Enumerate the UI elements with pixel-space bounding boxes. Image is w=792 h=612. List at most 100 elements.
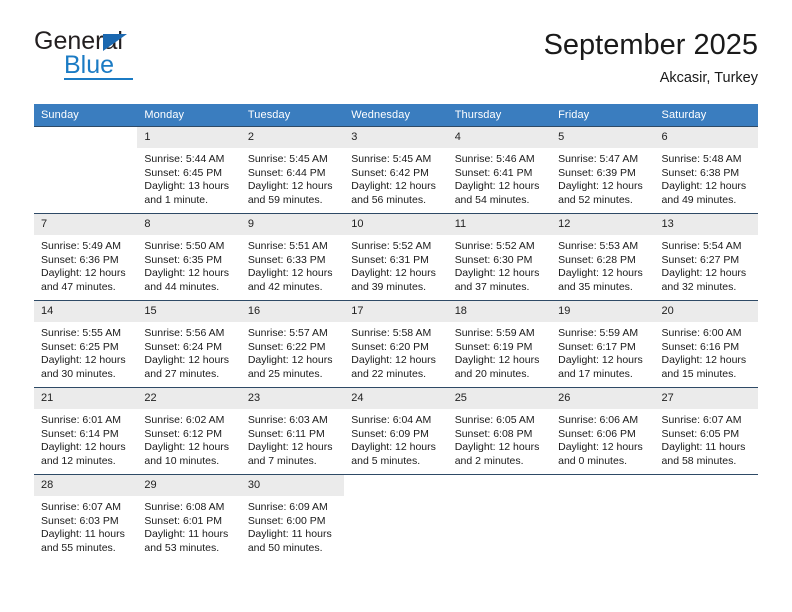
calendar-cell-day[interactable]: 28 Sunrise: 6:07 AM Sunset: 6:03 PM Dayligh… <box>34 474 138 559</box>
day-info: Sunrise: 6:06 AM Sunset: 6:06 PM Daylight:… <box>551 409 654 468</box>
sunrise-text: Sunrise: 5:51 AM <box>247 240 328 252</box>
day-number: 24 <box>344 388 448 409</box>
calendar-cell-empty <box>344 474 448 559</box>
sunrise-text: Sunrise: 5:58 AM <box>351 327 432 339</box>
sunrise-text: Sunrise: 6:04 AM <box>351 414 432 426</box>
sunrise-text: Sunrise: 5:54 AM <box>661 240 742 252</box>
day-info: Sunrise: 6:09 AM Sunset: 6:00 PM Daylight:… <box>241 496 344 555</box>
daylight-text: Daylight: 12 hours and 10 minutes. <box>144 441 230 467</box>
calendar-cell-day[interactable]: 21 Sunrise: 6:01 AM Sunset: 6:14 PM Dayligh… <box>34 387 138 475</box>
sunset-text: Sunset: 6:03 PM <box>41 514 119 527</box>
calendar-cell-day[interactable]: 15 Sunrise: 5:56 AM Sunset: 6:24 PM Dayligh… <box>137 300 241 388</box>
calendar-cell-inner: 20 Sunrise: 6:00 AM Sunset: 6:16 PM Dayligh… <box>654 301 758 387</box>
sunset-text: Sunset: 6:41 PM <box>454 166 533 179</box>
calendar-cell-day[interactable]: 29 Sunrise: 6:08 AM Sunset: 6:01 PM Dayligh… <box>137 474 241 559</box>
calendar-cell-day[interactable]: 17 Sunrise: 5:58 AM Sunset: 6:20 PM Dayligh… <box>344 300 448 388</box>
calendar-cell-day[interactable]: 2 Sunrise: 5:45 AM Sunset: 6:44 PM Daylight… <box>240 126 345 214</box>
calendar-week-row: 7 Sunrise: 5:49 AM Sunset: 6:36 PM Daylight… <box>34 213 758 301</box>
calendar-cell-inner: 4 Sunrise: 5:46 AM Sunset: 6:41 PM Daylight… <box>447 127 552 213</box>
calendar-cell-day[interactable]: 9 Sunrise: 5:51 AM Sunset: 6:33 PM Daylight… <box>240 213 345 301</box>
calendar-cell-day[interactable]: 5 Sunrise: 5:47 AM Sunset: 6:39 PM Daylight… <box>551 126 655 214</box>
daylight-text: Daylight: 13 hours and 1 minute. <box>144 180 230 206</box>
calendar-cell-inner: 22 Sunrise: 6:02 AM Sunset: 6:12 PM Dayligh… <box>137 388 241 474</box>
calendar-cell-day[interactable]: 4 Sunrise: 5:46 AM Sunset: 6:41 PM Daylight… <box>447 126 552 214</box>
calendar-cell-day[interactable]: 12 Sunrise: 5:53 AM Sunset: 6:28 PM Dayligh… <box>551 213 655 301</box>
day-number <box>551 475 654 496</box>
calendar-cell-day[interactable]: 8 Sunrise: 5:50 AM Sunset: 6:35 PM Daylight… <box>137 213 241 301</box>
sunset-text: Sunset: 6:09 PM <box>351 427 429 440</box>
day-number: 27 <box>654 388 758 409</box>
sunset-text: Sunset: 6:39 PM <box>558 166 636 179</box>
calendar-cell-day[interactable]: 3 Sunrise: 5:45 AM Sunset: 6:42 PM Daylight… <box>344 126 448 214</box>
daylight-text: Daylight: 12 hours and 56 minutes. <box>351 180 436 206</box>
sunset-text: Sunset: 6:14 PM <box>41 427 119 440</box>
sunset-text: Sunset: 6:05 PM <box>661 427 740 440</box>
day-number: 11 <box>447 214 552 235</box>
sunrise-text: Sunrise: 6:07 AM <box>661 414 742 426</box>
sunset-text: Sunset: 6:20 PM <box>351 340 429 353</box>
calendar-cell-day[interactable]: 30 Sunrise: 6:09 AM Sunset: 6:00 PM Dayligh… <box>240 474 345 559</box>
day-info: Sunrise: 5:57 AM Sunset: 6:22 PM Daylight:… <box>241 322 344 381</box>
page-title: September 2025 <box>543 29 758 61</box>
calendar-cell-inner: 12 Sunrise: 5:53 AM Sunset: 6:28 PM Dayligh… <box>551 214 655 300</box>
sunset-text: Sunset: 6:44 PM <box>247 166 326 179</box>
sunrise-text: Sunrise: 5:50 AM <box>144 240 225 252</box>
calendar-cell-day[interactable]: 10 Sunrise: 5:52 AM Sunset: 6:31 PM Dayligh… <box>344 213 448 301</box>
daylight-text: Daylight: 12 hours and 0 minutes. <box>558 441 643 467</box>
day-number: 7 <box>34 214 138 235</box>
day-number: 19 <box>551 301 655 322</box>
sunset-text: Sunset: 6:28 PM <box>558 253 636 266</box>
calendar-cell-day[interactable]: 7 Sunrise: 5:49 AM Sunset: 6:36 PM Daylight… <box>34 213 138 301</box>
calendar-cell-day[interactable]: 22 Sunrise: 6:02 AM Sunset: 6:12 PM Dayligh… <box>137 387 241 475</box>
title-block: September 2025 Akcasir, Turkey <box>544 28 758 87</box>
calendar-cell-day[interactable]: 1 Sunrise: 5:44 AM Sunset: 6:45 PM Daylight… <box>137 126 241 214</box>
weekday-header-monday: Monday <box>137 104 241 127</box>
calendar-cell-day[interactable]: 20 Sunrise: 6:00 AM Sunset: 6:16 PM Dayligh… <box>654 300 758 388</box>
calendar-cell-day[interactable]: 18 Sunrise: 5:59 AM Sunset: 6:19 PM Dayligh… <box>447 300 552 388</box>
daylight-text: Daylight: 12 hours and 27 minutes. <box>144 354 230 380</box>
sunrise-text: Sunrise: 5:45 AM <box>247 153 328 165</box>
day-number: 2 <box>240 127 345 148</box>
day-info: Sunrise: 5:45 AM Sunset: 6:42 PM Daylight:… <box>344 148 447 207</box>
daylight-text: Daylight: 12 hours and 5 minutes. <box>351 441 436 467</box>
daylight-text: Daylight: 12 hours and 30 minutes. <box>41 354 126 380</box>
calendar-cell-inner <box>344 475 447 559</box>
calendar-week-row: 28 Sunrise: 6:07 AM Sunset: 6:03 PM Dayligh… <box>34 474 758 559</box>
calendar-cell-day[interactable]: 26 Sunrise: 6:06 AM Sunset: 6:06 PM Dayligh… <box>551 387 655 475</box>
calendar-cell-day[interactable]: 16 Sunrise: 5:57 AM Sunset: 6:22 PM Dayligh… <box>240 300 345 388</box>
calendar-cell-day[interactable]: 13 Sunrise: 5:54 AM Sunset: 6:27 PM Dayligh… <box>654 213 758 301</box>
day-info: Sunrise: 5:46 AM Sunset: 6:41 PM Daylight:… <box>448 148 551 207</box>
weekday-header-tuesday: Tuesday <box>240 104 345 127</box>
calendar-cell-day[interactable]: 25 Sunrise: 6:05 AM Sunset: 6:08 PM Dayligh… <box>447 387 552 475</box>
day-info: Sunrise: 5:44 AM Sunset: 6:45 PM Daylight:… <box>137 148 240 207</box>
calendar-cell-day[interactable]: 27 Sunrise: 6:07 AM Sunset: 6:05 PM Dayligh… <box>654 387 758 475</box>
day-number: 23 <box>240 388 345 409</box>
sunset-text: Sunset: 6:24 PM <box>144 340 223 353</box>
sunset-text: Sunset: 6:00 PM <box>247 514 326 527</box>
calendar-cell-inner: 9 Sunrise: 5:51 AM Sunset: 6:33 PM Daylight… <box>240 214 345 300</box>
daylight-text: Daylight: 11 hours and 50 minutes. <box>247 528 332 554</box>
calendar-cell-day[interactable]: 11 Sunrise: 5:52 AM Sunset: 6:30 PM Dayligh… <box>447 213 552 301</box>
calendar-cell-day[interactable]: 24 Sunrise: 6:04 AM Sunset: 6:09 PM Dayligh… <box>344 387 448 475</box>
calendar-cell-inner: 25 Sunrise: 6:05 AM Sunset: 6:08 PM Dayligh… <box>447 388 552 474</box>
calendar-cell-day[interactable]: 19 Sunrise: 5:59 AM Sunset: 6:17 PM Dayligh… <box>551 300 655 388</box>
sunset-text: Sunset: 6:11 PM <box>247 427 325 440</box>
daylight-text: Daylight: 12 hours and 17 minutes. <box>558 354 643 380</box>
calendar-table: Sunday Monday Tuesday Wednesday Thursday… <box>34 104 758 559</box>
day-info: Sunrise: 6:03 AM Sunset: 6:11 PM Daylight:… <box>241 409 344 468</box>
calendar-cell-inner: 17 Sunrise: 5:58 AM Sunset: 6:20 PM Dayligh… <box>344 301 448 387</box>
day-info: Sunrise: 6:08 AM Sunset: 6:01 PM Daylight:… <box>137 496 240 555</box>
day-number: 5 <box>551 127 655 148</box>
weekday-header-sunday: Sunday <box>34 104 138 127</box>
day-number: 12 <box>551 214 655 235</box>
day-number: 4 <box>447 127 552 148</box>
day-number: 17 <box>344 301 448 322</box>
calendar-cell-inner: 6 Sunrise: 5:48 AM Sunset: 6:38 PM Daylight… <box>654 127 758 213</box>
sunset-text: Sunset: 6:33 PM <box>247 253 326 266</box>
calendar-cell-day[interactable]: 6 Sunrise: 5:48 AM Sunset: 6:38 PM Daylight… <box>654 126 758 214</box>
calendar-cell-day[interactable]: 14 Sunrise: 5:55 AM Sunset: 6:25 PM Dayligh… <box>34 300 138 388</box>
daylight-text: Daylight: 12 hours and 54 minutes. <box>454 180 540 206</box>
brand-logo[interactable]: General Blue <box>34 28 244 88</box>
day-info: Sunrise: 5:52 AM Sunset: 6:31 PM Daylight:… <box>344 235 447 294</box>
calendar-cell-day[interactable]: 23 Sunrise: 6:03 AM Sunset: 6:11 PM Dayligh… <box>240 387 345 475</box>
